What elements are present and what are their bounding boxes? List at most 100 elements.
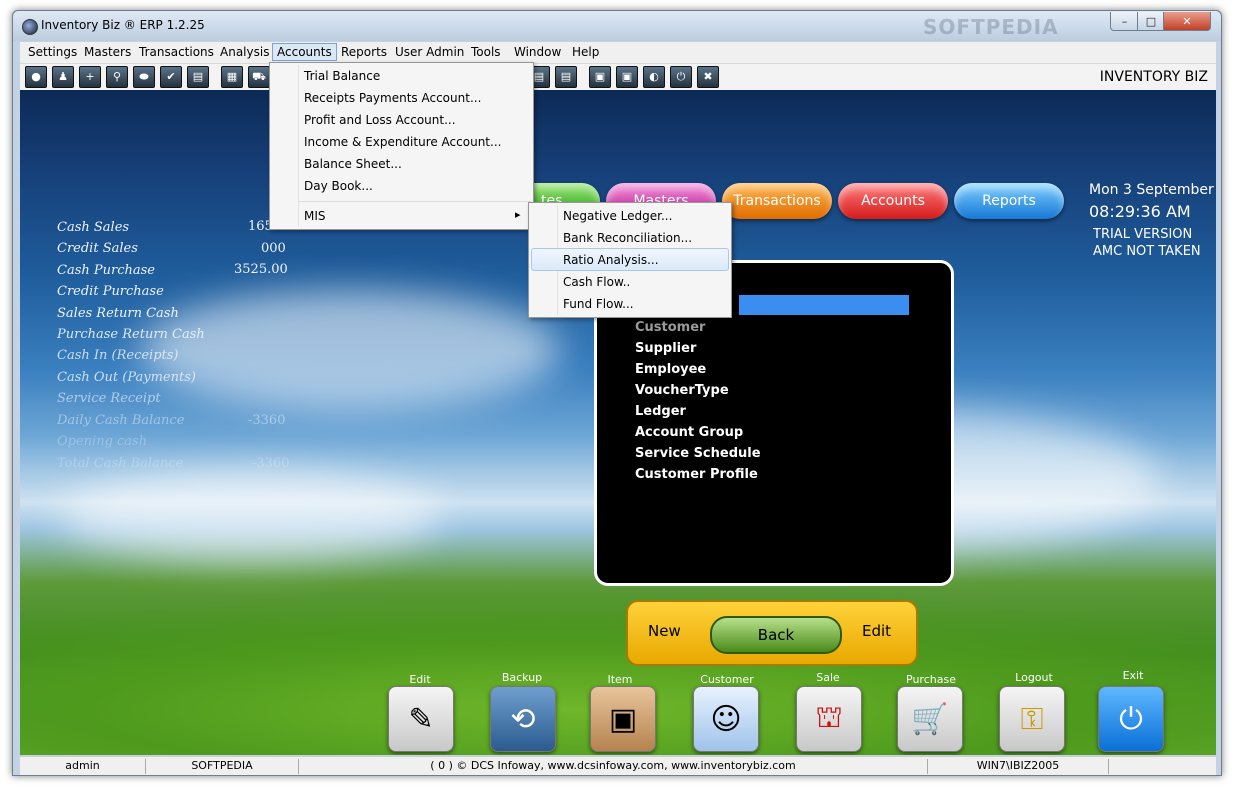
accounts-button[interactable]: Accounts	[838, 183, 948, 219]
menu-item-income-expenditure[interactable]: Income & Expenditure Account...	[304, 135, 501, 149]
menu-reports[interactable]: Reports	[341, 45, 387, 59]
toolbar-user-icon[interactable]: ♟	[52, 66, 74, 88]
summary-label: Daily Cash Balance	[57, 413, 185, 428]
edit-label: Edit	[409, 673, 431, 686]
summary-value: -3360	[248, 413, 286, 428]
item-icon[interactable]: ▣	[590, 686, 656, 752]
date-label: Mon 3 September	[1089, 182, 1214, 198]
key-icon[interactable]: ⚿	[999, 686, 1065, 752]
status-machine: WIN7\IBIZ2005	[928, 759, 1109, 774]
status-bar: admin SOFTPEDIA ( 0 ) © DCS Infoway, www…	[20, 756, 1216, 775]
logout-label: Logout	[1015, 671, 1053, 684]
summary-value: 3525.00	[234, 262, 288, 277]
backup-label: Backup	[501, 671, 543, 684]
toolbar-book-icon[interactable]: ▤	[187, 66, 209, 88]
reports-button[interactable]: Reports	[954, 183, 1064, 219]
backup-icon[interactable]: ⟲	[490, 686, 556, 752]
menu-item-cash-flow[interactable]: Cash Flow..	[563, 275, 630, 289]
master-item-customer-profile[interactable]: Customer Profile	[635, 467, 758, 482]
submenu-arrow-icon: ▸	[515, 208, 521, 221]
menu-item-receipts-payments[interactable]: Receipts Payments Account...	[304, 91, 481, 105]
toolbar-transfer-icon[interactable]: ▣	[616, 66, 638, 88]
edit-nav-button[interactable]: Edit	[862, 622, 891, 640]
summary-label: Credit Sales	[57, 241, 138, 256]
customer-label: Customer	[700, 673, 754, 686]
menu-item-profit-loss[interactable]: Profit and Loss Account...	[304, 113, 456, 127]
toolbar-exit-icon[interactable]: ✖	[697, 66, 719, 88]
menu-window[interactable]: Window	[514, 45, 561, 59]
menu-item-balance-sheet[interactable]: Balance Sheet...	[304, 157, 402, 171]
summary-label: Cash Purchase	[57, 263, 155, 278]
menu-item-bank-reconciliation[interactable]: Bank Reconciliation...	[563, 231, 692, 245]
menu-item-day-book[interactable]: Day Book...	[304, 179, 373, 193]
summary-label: Purchase Return Cash	[57, 327, 205, 342]
amc-label: AMC NOT TAKEN	[1093, 244, 1201, 259]
toolbar-clock-icon[interactable]: ◐	[643, 66, 665, 88]
purchase-label: Purchase	[906, 673, 956, 686]
menu-item-negative-ledger[interactable]: Negative Ledger...	[563, 209, 672, 223]
close-button[interactable]: ✕	[1163, 12, 1211, 31]
cloud	[60, 470, 440, 560]
time-label: 08:29:36 AM	[1089, 202, 1191, 221]
selected-row-highlight	[739, 295, 909, 315]
master-item-supplier[interactable]: Supplier	[635, 341, 696, 356]
menu-item-trial-balance[interactable]: Trial Balance	[304, 69, 380, 83]
summary-label: Service Receipt	[57, 391, 161, 406]
summary-label: Credit Purchase	[57, 284, 164, 299]
status-company: SOFTPEDIA	[146, 759, 299, 774]
minimize-button[interactable]: –	[1110, 12, 1139, 31]
toolbar-check-icon[interactable]: ✔	[160, 66, 182, 88]
status-user: admin	[20, 759, 146, 774]
master-item-ledger[interactable]: Ledger	[635, 404, 686, 419]
toolbar-power-icon[interactable]: ⏻	[670, 66, 692, 88]
menu-transactions[interactable]: Transactions	[139, 45, 214, 59]
basket-icon[interactable]: ⛫	[796, 686, 862, 752]
menu-accounts[interactable]: Accounts	[272, 43, 337, 61]
exit-label: Exit	[1122, 669, 1144, 682]
master-item-service-schedule[interactable]: Service Schedule	[635, 446, 761, 461]
menu-item-ratio-analysis[interactable]: Ratio Analysis...	[563, 253, 659, 267]
toolbar-disk-icon[interactable]: ⬬	[133, 66, 155, 88]
master-item-customer[interactable]: Customer	[635, 320, 705, 335]
status-copyright: ( 0 ) © DCS Infoway, www.dcsinfoway.com,…	[299, 759, 928, 774]
menu-tools[interactable]: Tools	[471, 45, 501, 59]
toolbar-printer-icon[interactable]: ▣	[589, 66, 611, 88]
menu-analysis[interactable]: Analysis	[220, 45, 269, 59]
menu-help[interactable]: Help	[572, 45, 599, 59]
cart-icon[interactable]: 🛒	[897, 686, 963, 752]
menu-user-admin[interactable]: User Admin	[395, 45, 464, 59]
window-title: Inventory Biz ® ERP 1.2.25	[41, 18, 205, 32]
summary-label: Cash Out (Payments)	[57, 370, 196, 385]
cloud	[140, 290, 560, 410]
maximize-button[interactable]: □	[1137, 12, 1165, 31]
master-item-employee[interactable]: Employee	[635, 362, 706, 377]
master-item-vouchertype[interactable]: VoucherType	[635, 383, 729, 398]
back-button[interactable]: Back	[710, 616, 842, 654]
toolbar-add-icon[interactable]: +	[79, 66, 101, 88]
toolbar-truck-icon[interactable]: ⛟	[248, 66, 270, 88]
summary-label: Sales Return Cash	[57, 306, 179, 321]
master-item-account-group[interactable]: Account Group	[635, 425, 743, 440]
menu-masters[interactable]: Masters	[84, 45, 131, 59]
item-label: Item	[607, 673, 633, 686]
summary-label: Cash Sales	[57, 220, 130, 235]
toolbar-ledger-icon[interactable]: ▤	[555, 66, 577, 88]
power-icon[interactable]: ⏻	[1098, 686, 1164, 752]
menu-item-fund-flow[interactable]: Fund Flow...	[563, 297, 634, 311]
customer-icon[interactable]: ☺	[693, 686, 759, 752]
summary-label: Opening cash	[57, 434, 148, 449]
title-bar[interactable]: Inventory Biz ® ERP 1.2.25 SOFTPEDIA – □…	[13, 11, 1221, 41]
menu-gutter	[298, 65, 299, 227]
brand-label: INVENTORY BIZ	[1099, 69, 1208, 85]
toolbar-search-icon[interactable]: ⚲	[106, 66, 128, 88]
toolbar-settings-icon[interactable]: ●	[25, 66, 47, 88]
toolbar-cart-icon[interactable]: ▦	[221, 66, 243, 88]
menu-item-mis[interactable]: MIS	[304, 209, 326, 223]
new-button[interactable]: New	[648, 622, 681, 640]
trial-label: TRIAL VERSION	[1093, 227, 1193, 242]
menu-settings[interactable]: Settings	[28, 45, 77, 59]
toolbar: ● ♟ + ⚲ ⬬ ✔ ▤ ▦ ⛟ ▤ ▤ ▣ ▣ ◐ ⏻ ✖ INVENTOR…	[20, 64, 1216, 90]
dashboard: Cash Sales 165.0 Credit Sales 000 Cash P…	[20, 90, 1216, 755]
transactions-button[interactable]: Transactions	[722, 183, 832, 219]
edit-icon[interactable]: ✎	[388, 686, 454, 752]
